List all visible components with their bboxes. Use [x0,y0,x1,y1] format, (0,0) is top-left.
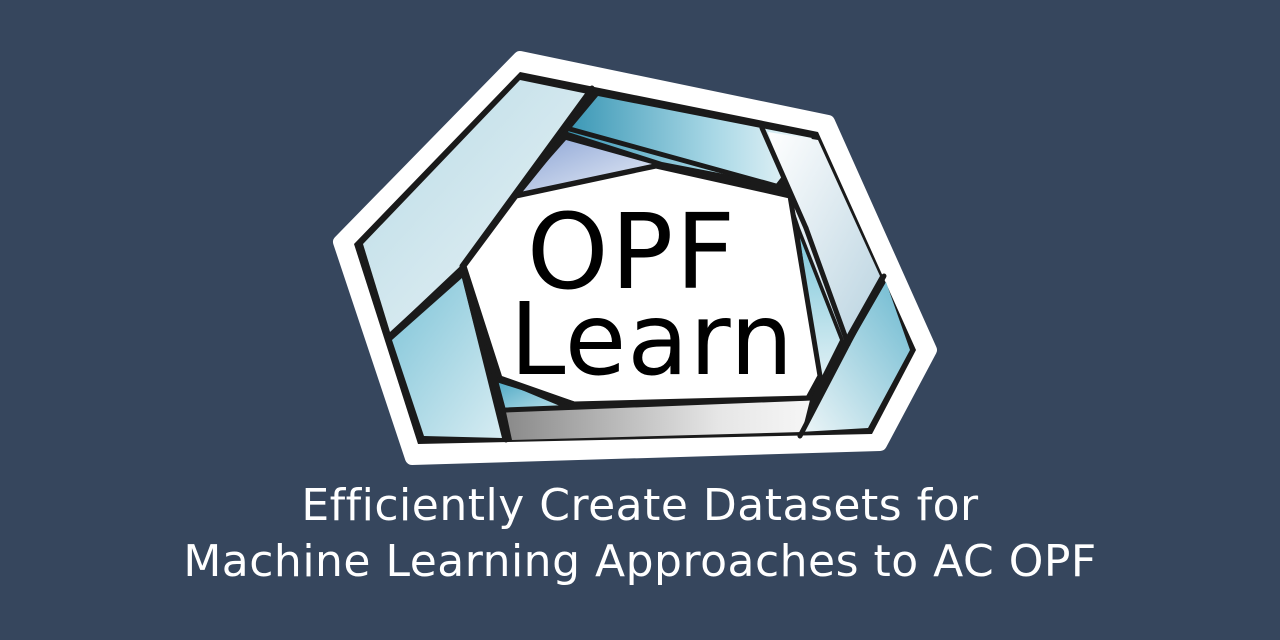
tagline-line-2: Machine Learning Approaches to AC OPF [183,536,1097,587]
tagline: Efficiently Create Datasets for Machine … [0,478,1280,590]
banner: OPF Learn Efficiently Create Datasets fo… [0,0,1280,640]
logo-text-learn: Learn [510,281,795,398]
tagline-line-1: Efficiently Create Datasets for [301,480,979,531]
